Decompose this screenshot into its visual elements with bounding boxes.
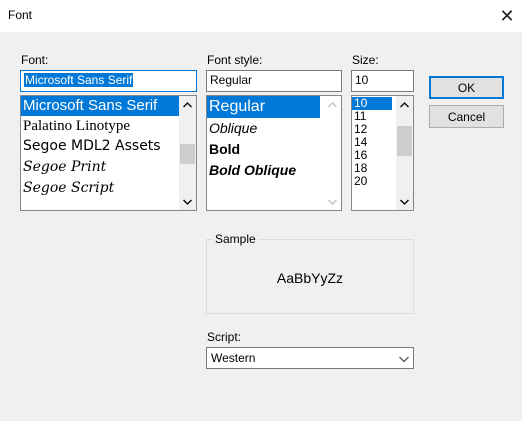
size-list-scrollbar[interactable] <box>396 96 413 210</box>
sample-groupbox: Sample AaBbYyZz <box>206 232 414 314</box>
font-style-input[interactable]: Regular <box>206 70 342 92</box>
font-style-scrollbar[interactable] <box>324 96 341 210</box>
size-input[interactable]: 10 <box>351 70 414 92</box>
font-name-value: Microsoft Sans Serif <box>24 73 134 87</box>
scroll-thumb[interactable] <box>180 144 195 164</box>
window-title: Font <box>8 8 33 22</box>
script-label: Script: <box>207 330 242 344</box>
ok-button[interactable]: OK <box>429 76 504 99</box>
font-style-list[interactable]: Regular Oblique Bold Bold Oblique <box>206 95 342 211</box>
sample-text: AaBbYyZz <box>276 270 344 286</box>
font-name-input[interactable]: Microsoft Sans Serif <box>20 70 197 92</box>
scroll-down-icon[interactable] <box>324 193 341 210</box>
scroll-up-icon[interactable] <box>179 96 196 113</box>
font-style-item[interactable]: Oblique <box>207 118 341 139</box>
font-list-item[interactable]: Microsoft Sans Serif <box>21 96 196 116</box>
font-style-label: Font style: <box>207 53 263 67</box>
size-label: Size: <box>352 53 379 67</box>
font-list-item[interactable]: Segoe Script <box>21 178 196 199</box>
font-list[interactable]: Microsoft Sans Serif Palatino Linotype S… <box>20 95 197 211</box>
font-label: Font: <box>21 53 49 67</box>
font-list-item[interactable]: Segoe MDL2 Assets <box>21 136 196 157</box>
scroll-up-icon[interactable] <box>324 96 341 113</box>
font-style-item[interactable]: Bold <box>207 139 341 160</box>
chevron-down-icon <box>399 352 409 366</box>
title-bar: Font ✕ <box>0 0 522 32</box>
scroll-up-icon[interactable] <box>396 96 413 113</box>
scroll-down-icon[interactable] <box>179 193 196 210</box>
font-list-item[interactable]: Palatino Linotype <box>21 116 196 136</box>
size-list[interactable]: 10 11 12 14 16 18 20 <box>351 95 414 211</box>
scroll-down-icon[interactable] <box>396 193 413 210</box>
font-style-item[interactable]: Regular <box>207 96 320 118</box>
font-list-item[interactable]: Segoe Print <box>21 157 196 178</box>
script-select[interactable]: Western <box>206 347 414 369</box>
font-list-scrollbar[interactable] <box>179 96 196 210</box>
sample-label: Sample <box>213 232 258 246</box>
font-style-item[interactable]: Bold Oblique <box>207 160 341 181</box>
scroll-thumb[interactable] <box>397 126 412 156</box>
close-icon[interactable]: ✕ <box>492 0 522 32</box>
cancel-button[interactable]: Cancel <box>429 105 504 128</box>
script-value: Western <box>211 351 256 365</box>
